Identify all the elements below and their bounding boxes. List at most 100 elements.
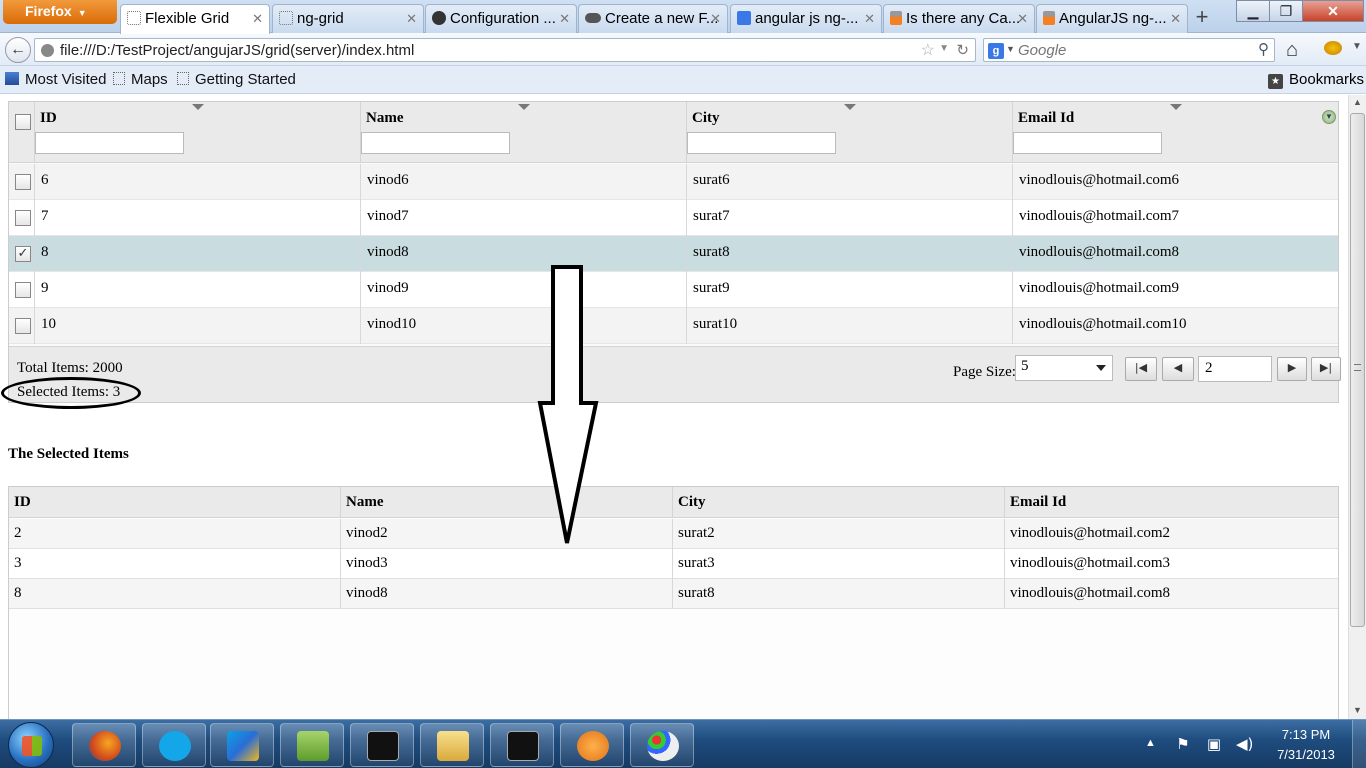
chevron-down-icon[interactable]: ▼	[1006, 44, 1015, 54]
taskbar-app-webstorm[interactable]	[210, 723, 274, 767]
column-header-email[interactable]: Email Id	[1013, 102, 1338, 163]
row-checkbox[interactable]	[15, 174, 31, 190]
show-hidden-icons-button[interactable]: ▲	[1145, 737, 1156, 749]
table-row[interactable]: 7 vinod7 surat7 vinodlouis@hotmail.com7	[9, 200, 1338, 236]
close-icon[interactable]: ✕	[406, 11, 417, 27]
tab-angular-js[interactable]: angular js ng-... ✕	[730, 4, 882, 33]
taskbar-app-notepad[interactable]	[280, 723, 344, 767]
filter-input-email[interactable]	[1013, 132, 1162, 154]
bookmark-maps[interactable]: Maps	[113, 71, 168, 88]
page-size-select[interactable]: 5	[1015, 355, 1113, 381]
window-close-button[interactable]: ✕	[1302, 0, 1364, 22]
current-page-input[interactable]: 2	[1198, 356, 1272, 382]
bookmark-star-icon[interactable]: ☆	[921, 40, 935, 60]
filter-input-city[interactable]	[687, 132, 836, 154]
stackoverflow-icon	[890, 11, 902, 25]
maximize-button[interactable]: ❐	[1269, 0, 1303, 22]
home-icon[interactable]: ⌂	[1286, 39, 1298, 62]
clock-date[interactable]: 7/31/2013	[1271, 747, 1341, 762]
table-row[interactable]: 9 vinod9 surat9 vinodlouis@hotmail.com9	[9, 272, 1338, 308]
row-checkbox-checked[interactable]: ✓	[15, 246, 31, 262]
tab-configuration[interactable]: Configuration ... ✕	[425, 4, 577, 33]
new-tab-button[interactable]: +	[1188, 4, 1216, 32]
last-page-button[interactable]: ▶|	[1311, 357, 1341, 381]
tab-angularjs-ng[interactable]: AngularJS ng-... ✕	[1036, 4, 1188, 33]
sort-arrow-icon[interactable]	[844, 104, 856, 110]
tab-is-there-any[interactable]: Is there any Ca... ✕	[883, 4, 1035, 33]
cell-city: surat10	[687, 308, 1013, 344]
flag-icon[interactable]: ⚑	[1175, 736, 1191, 752]
row-checkbox[interactable]	[15, 282, 31, 298]
cell-id: 10	[35, 308, 361, 344]
taskbar-app-explorer[interactable]	[420, 723, 484, 767]
search-icon[interactable]: ⚲	[1258, 40, 1269, 58]
next-page-button[interactable]: ▶	[1277, 357, 1307, 381]
row-checkbox[interactable]	[15, 318, 31, 334]
tab-create-new[interactable]: Create a new F... ✕	[578, 4, 728, 33]
previous-page-button[interactable]: ◀	[1162, 357, 1194, 381]
network-icon[interactable]: ▣	[1206, 736, 1222, 752]
close-icon[interactable]: ✕	[1170, 11, 1181, 27]
start-button[interactable]	[8, 722, 54, 768]
vertical-scrollbar[interactable]: ▲ ▼	[1348, 95, 1366, 719]
scroll-down-icon[interactable]: ▼	[1353, 705, 1362, 715]
bookmark-most-visited[interactable]: Most Visited	[5, 71, 106, 88]
taskbar-app-cmd[interactable]	[350, 723, 414, 767]
tab-ng-grid[interactable]: ng-grid ✕	[272, 4, 424, 33]
first-page-button[interactable]: |◀	[1125, 357, 1157, 381]
close-icon[interactable]: ✕	[252, 11, 263, 27]
selected-table-header: ID Name City Email Id	[9, 487, 1338, 518]
tab-flexible-grid[interactable]: Flexible Grid ✕	[120, 4, 270, 34]
volume-icon[interactable]: ◀)	[1236, 736, 1253, 752]
select-all-checkbox[interactable]	[15, 114, 31, 130]
reload-icon[interactable]: ↻	[956, 41, 969, 59]
taskbar-app-skype[interactable]	[142, 723, 206, 767]
close-icon[interactable]: ✕	[1017, 11, 1028, 27]
row-checkbox-cell: ✓	[9, 236, 35, 272]
close-icon[interactable]: ✕	[864, 11, 875, 27]
sort-arrow-icon[interactable]	[192, 104, 204, 110]
url-history-dropdown-icon[interactable]: ▼	[939, 43, 949, 54]
sort-arrow-icon[interactable]	[518, 104, 530, 110]
filter-input-id[interactable]	[35, 132, 184, 154]
firefox-menu-button[interactable]: Firefox ▼	[3, 0, 117, 24]
url-text[interactable]: file:///D:/TestProject/angujarJS/grid(se…	[60, 42, 414, 59]
taskbar-app-cmd-2[interactable]	[490, 723, 554, 767]
back-button[interactable]: ←	[5, 37, 31, 63]
windows-taskbar: ▲ ⚑ ▣ ◀) 7:13 PM 7/31/2013	[0, 719, 1366, 768]
column-header-city[interactable]: City	[687, 102, 1013, 163]
show-desktop-button[interactable]	[1352, 720, 1366, 768]
column-header-id[interactable]: ID	[35, 102, 361, 163]
taskbar-app-firefox[interactable]	[72, 723, 136, 767]
google-icon[interactable]: g	[988, 43, 1004, 59]
column-menu-icon[interactable]: ▼	[1322, 110, 1336, 124]
sort-arrow-icon[interactable]	[1170, 104, 1182, 110]
media-player-icon	[577, 731, 609, 761]
scroll-up-icon[interactable]: ▲	[1353, 97, 1362, 107]
cell-city: surat6	[687, 164, 1013, 200]
search-bar[interactable]: g ▼ ⚲	[983, 38, 1275, 62]
cell-name: vinod9	[361, 272, 687, 308]
chevron-down-icon[interactable]: ▼	[1352, 41, 1362, 52]
cell-email: vinodlouis@hotmail.com9	[1019, 280, 1180, 296]
scrollbar-thumb[interactable]	[1350, 113, 1365, 627]
row-checkbox[interactable]	[15, 210, 31, 226]
clock-time[interactable]: 7:13 PM	[1277, 727, 1335, 742]
addon-icon[interactable]	[1324, 41, 1342, 55]
table-row-selected[interactable]: ✓ 8 vinod8 surat8 vinodlouis@hotmail.com…	[9, 236, 1338, 272]
taskbar-app-media-player[interactable]	[560, 723, 624, 767]
search-input[interactable]	[1018, 42, 1238, 59]
column-header-name[interactable]: Name	[361, 102, 687, 163]
url-bar[interactable]: file:///D:/TestProject/angujarJS/grid(se…	[34, 38, 976, 62]
close-icon[interactable]: ✕	[559, 11, 570, 27]
minimize-button[interactable]: ▁	[1236, 0, 1270, 22]
table-row[interactable]: 10 vinod10 surat10 vinodlouis@hotmail.co…	[9, 308, 1338, 344]
column-label: City	[692, 110, 720, 126]
cmd-icon	[367, 731, 399, 761]
taskbar-app-paint[interactable]	[630, 723, 694, 767]
bookmark-getting-started[interactable]: Getting Started	[177, 71, 296, 88]
filter-input-name[interactable]	[361, 132, 510, 154]
bookmarks-menu-button[interactable]: ★ Bookmarks	[1268, 71, 1364, 89]
table-row[interactable]: 6 vinod6 surat6 vinodlouis@hotmail.com6	[9, 164, 1338, 200]
close-icon[interactable]: ✕	[710, 11, 721, 27]
